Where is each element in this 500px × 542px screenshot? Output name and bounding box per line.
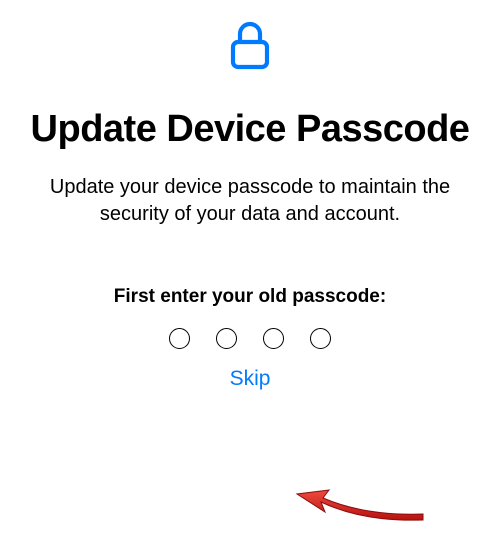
page-subtitle: Update your device passcode to maintain … — [0, 174, 500, 228]
passcode-dot — [169, 328, 190, 349]
passcode-dot — [310, 328, 331, 349]
lock-icon — [229, 20, 271, 70]
passcode-dot — [263, 328, 284, 349]
skip-button[interactable]: Skip — [230, 367, 271, 391]
page-title: Update Device Passcode — [11, 108, 490, 152]
passcode-input[interactable] — [169, 328, 331, 349]
annotation-arrow-icon — [293, 480, 433, 535]
passcode-prompt: First enter your old passcode: — [114, 286, 386, 308]
passcode-dot — [216, 328, 237, 349]
